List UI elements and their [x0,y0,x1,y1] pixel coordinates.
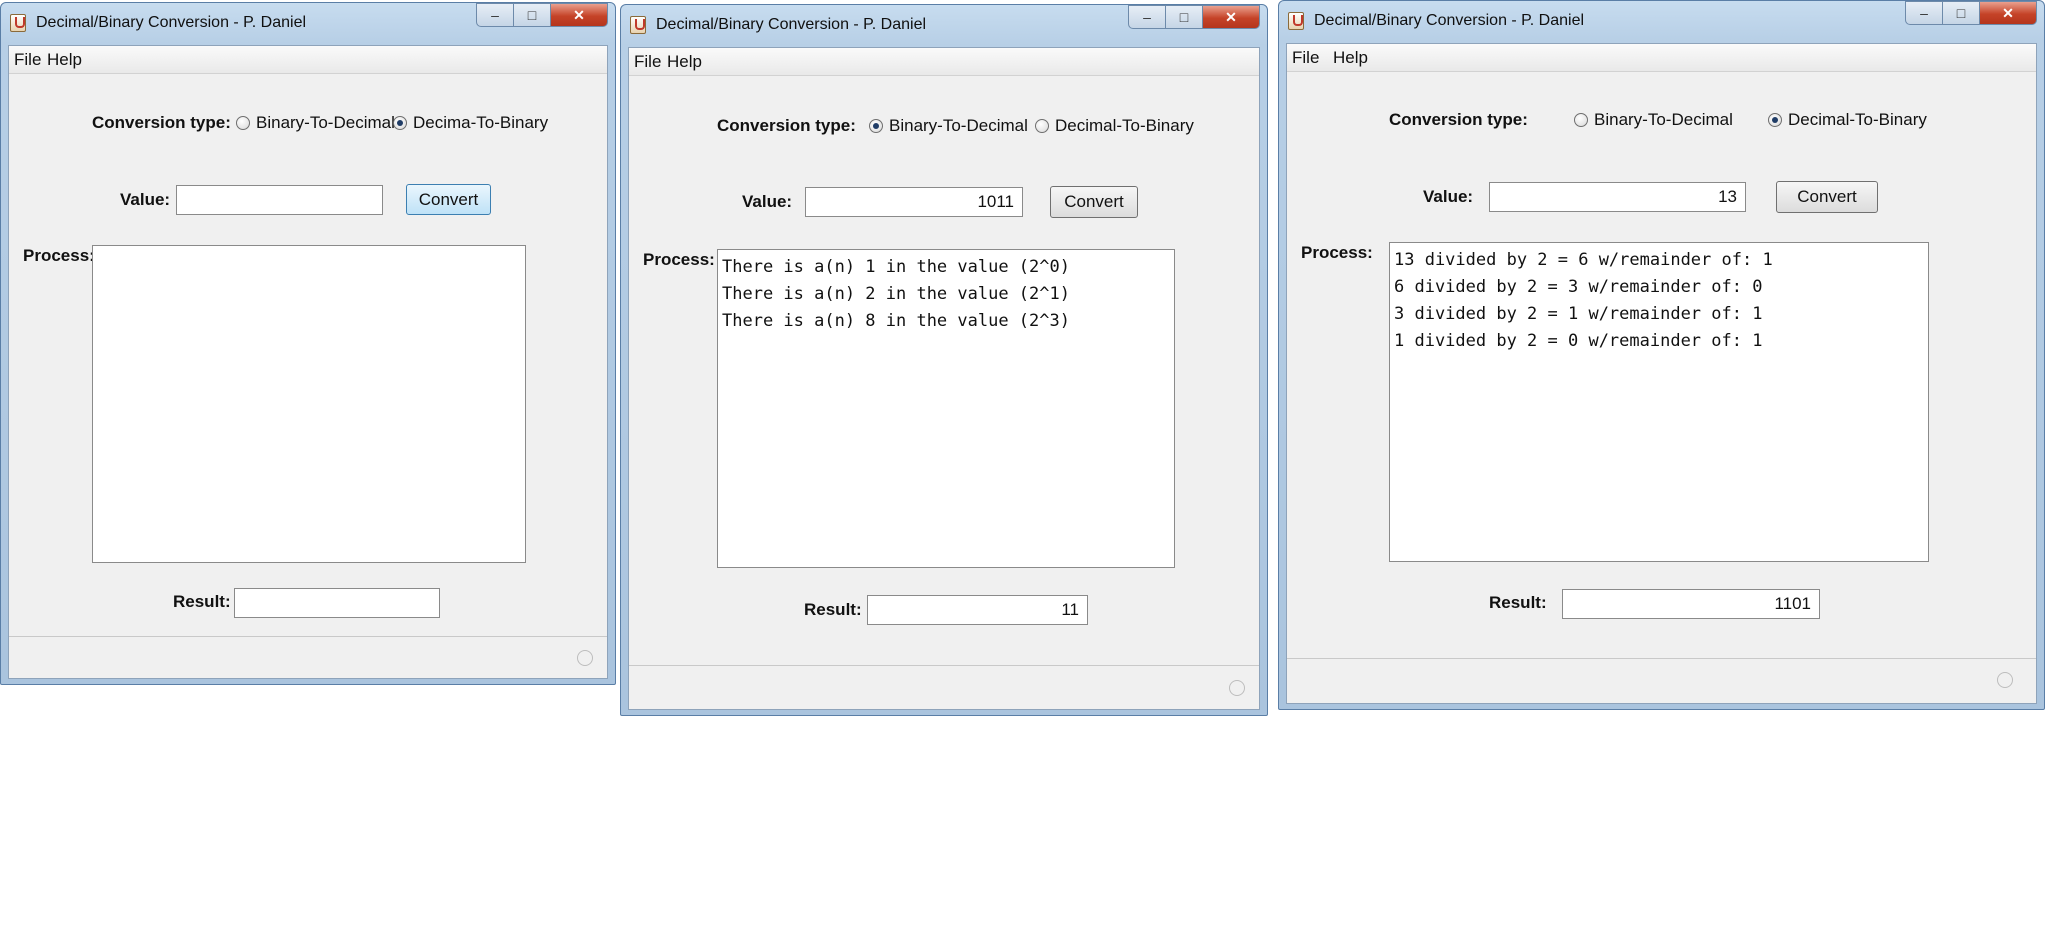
process-textarea[interactable]: 13 divided by 2 = 6 w/remainder of: 1 6 … [1389,242,1929,562]
process-line: There is a(n) 8 in the value (2^3) [722,311,1070,331]
title-bar[interactable]: Decimal/Binary Conversion - P. Daniel – … [8,3,608,43]
radio-icon [1035,119,1049,133]
radio-binary-to-decimal[interactable]: Binary-To-Decimal [869,116,1028,136]
resize-grip-icon[interactable] [1229,680,1245,696]
radio-label: Binary-To-Decimal [1594,110,1733,129]
value-label: Value: [1423,187,1474,206]
maximize-icon: □ [1179,9,1189,25]
process-line: 13 divided by 2 = 6 w/remainder of: 1 [1394,250,1773,270]
process-textarea[interactable]: There is a(n) 1 in the value (2^0) There… [717,249,1175,568]
result-field: 1101 [1562,589,1820,619]
radio-icon [1574,113,1588,127]
menu-bar: File Help [629,48,1259,76]
maximize-button[interactable]: □ [1942,1,1980,25]
menu-help[interactable]: Help [1333,48,1368,68]
content-pane: File Help Conversion type: Binary-To-Dec… [1286,43,2037,704]
close-button[interactable]: ✕ [1979,1,2037,25]
title-bar[interactable]: Decimal/Binary Conversion - P. Daniel – … [628,5,1260,45]
radio-label: Decimal-To-Binary [1055,116,1194,135]
window-1: Decimal/Binary Conversion - P. Daniel – … [0,2,616,685]
convert-button[interactable]: Convert [1776,181,1878,213]
maximize-button[interactable]: □ [513,3,551,27]
menu-file[interactable]: File [1292,48,1319,68]
window-title: Decimal/Binary Conversion - P. Daniel [656,16,927,33]
close-button[interactable]: ✕ [1202,5,1260,29]
process-line: There is a(n) 1 in the value (2^0) [722,257,1070,277]
process-label: Process: [643,250,715,269]
close-icon: ✕ [573,6,585,23]
minimize-icon: – [1920,5,1928,21]
radio-label: Binary-To-Decimal [256,113,395,132]
process-line: 3 divided by 2 = 1 w/remainder of: 1 [1394,304,1763,324]
result-field [234,588,440,618]
conversion-type-label: Conversion type: [1389,110,1528,129]
radio-binary-to-decimal[interactable]: Binary-To-Decimal [1574,110,1733,130]
status-divider [629,665,1259,666]
radio-icon [236,116,250,130]
java-app-icon [630,16,646,34]
java-app-icon [10,14,26,32]
value-input[interactable] [176,185,383,215]
menu-file[interactable]: File [14,50,41,70]
menu-help[interactable]: Help [47,50,82,70]
close-icon: ✕ [2002,4,2014,21]
result-label: Result: [173,592,231,611]
resize-grip-icon[interactable] [577,650,593,666]
close-button[interactable]: ✕ [550,3,608,27]
title-bar[interactable]: Decimal/Binary Conversion - P. Daniel – … [1286,1,2037,41]
window-title: Decimal/Binary Conversion - P. Daniel [1314,12,1585,29]
radio-selected-icon [869,119,883,133]
conversion-type-label: Conversion type: [717,116,856,135]
process-line: There is a(n) 2 in the value (2^1) [722,284,1070,304]
radio-label: Binary-To-Decimal [889,116,1028,135]
radio-binary-to-decimal[interactable]: Binary-To-Decimal [236,113,395,133]
radio-label: Decimal-To-Binary [1788,110,1927,129]
radio-decimal-to-binary[interactable]: Decimal-To-Binary [1035,116,1194,136]
menu-bar: File Help [1287,44,2036,72]
minimize-button[interactable]: – [1128,5,1166,29]
result-label: Result: [804,600,862,619]
process-line: 1 divided by 2 = 0 w/remainder of: 1 [1394,331,1763,351]
radio-selected-icon [393,116,407,130]
value-input[interactable]: 1011 [805,187,1023,217]
maximize-icon: □ [527,7,537,23]
window-2: Decimal/Binary Conversion - P. Daniel – … [620,4,1268,716]
convert-button[interactable]: Convert [406,184,491,215]
resize-grip-icon[interactable] [1997,672,2013,688]
content-pane: File Help Conversion type: Binary-To-Dec… [8,45,608,679]
status-divider [1287,658,2036,659]
minimize-icon: – [491,7,499,23]
value-label: Value: [742,192,793,211]
process-label: Process: [1301,243,1373,262]
value-label: Value: [120,190,171,209]
process-textarea[interactable] [92,245,526,563]
radio-decimal-to-binary[interactable]: Decimal-To-Binary [1768,110,1927,130]
menu-file[interactable]: File [634,52,661,72]
radio-label: Decima-To-Binary [413,113,549,132]
value-input[interactable]: 13 [1489,182,1746,212]
window-title: Decimal/Binary Conversion - P. Daniel [36,14,307,31]
close-icon: ✕ [1225,8,1237,25]
status-divider [9,636,607,637]
result-field: 11 [867,595,1088,625]
menu-help[interactable]: Help [667,52,702,72]
maximize-icon: □ [1956,5,1966,21]
process-label: Process: [23,246,95,265]
menu-bar: File Help [9,46,607,74]
maximize-button[interactable]: □ [1165,5,1203,29]
window-3: Decimal/Binary Conversion - P. Daniel – … [1278,0,2045,710]
content-pane: File Help Conversion type: Binary-To-Dec… [628,47,1260,710]
convert-button[interactable]: Convert [1050,186,1138,218]
radio-decimal-to-binary[interactable]: Decima-To-Binary [393,113,548,133]
radio-selected-icon [1768,113,1782,127]
java-app-icon [1288,12,1304,30]
minimize-icon: – [1143,9,1151,25]
minimize-button[interactable]: – [1905,1,1943,25]
conversion-type-label: Conversion type: [92,113,231,132]
process-line: 6 divided by 2 = 3 w/remainder of: 0 [1394,277,1763,297]
result-label: Result: [1489,593,1547,612]
minimize-button[interactable]: – [476,3,514,27]
